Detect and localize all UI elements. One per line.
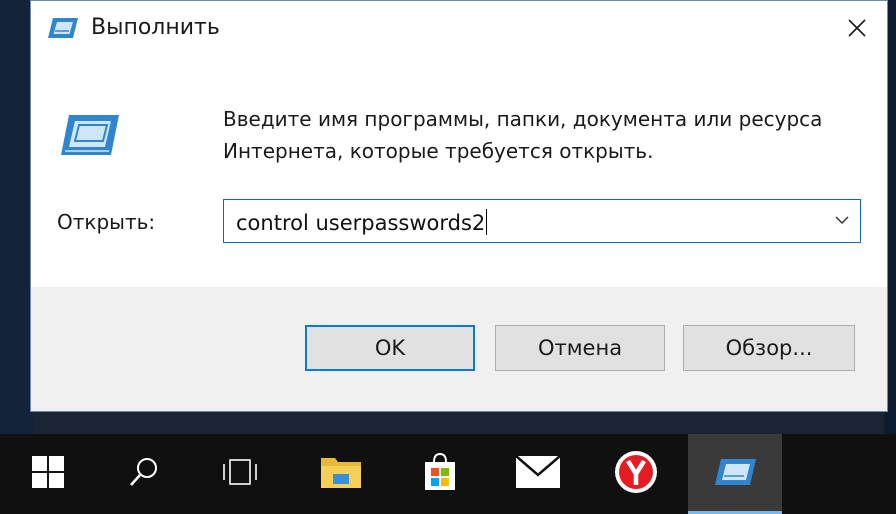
start-icon [32,456,64,492]
command-input[interactable]: control userpasswords2 [236,209,488,235]
dialog-body: Введите имя программы, папки, документа … [31,59,887,287]
task-view-icon [220,457,260,491]
window-title: Выполнить [91,15,220,40]
mail-button[interactable] [502,434,574,514]
search-icon [128,456,160,492]
yandex-browser-button[interactable] [600,434,672,514]
search-button[interactable] [108,434,180,514]
file-explorer-icon [320,454,362,494]
command-combobox[interactable]: control userpasswords2 [223,199,861,243]
start-button[interactable] [12,434,84,514]
mail-icon [515,455,561,493]
run-dialog: Выполнить Введите имя программы, папки, … [30,0,888,412]
file-explorer-button[interactable] [305,434,377,514]
instruction-line-2: Интернета, которые требуется открыть. [223,139,654,163]
run-app-icon [47,15,79,45]
cancel-button[interactable]: Отмена [495,325,665,371]
close-button[interactable] [827,1,887,59]
run-app-icon [713,457,757,491]
ok-button[interactable]: OK [305,325,475,371]
task-view-button[interactable] [204,434,276,514]
store-icon [420,452,460,496]
desktop-background [0,0,34,434]
open-label: Открыть: [57,210,156,234]
store-button[interactable] [404,434,476,514]
title-bar[interactable]: Выполнить [31,1,887,59]
text-caret [486,209,488,235]
instruction-line-1: Введите имя программы, папки, документа … [223,107,823,131]
taskbar [0,434,896,514]
instruction-text: Введите имя программы, папки, документа … [223,103,863,167]
run-app-taskbar-button[interactable] [688,434,782,514]
chevron-down-icon[interactable] [834,212,850,232]
browse-button[interactable]: Обзор... [683,325,855,371]
command-input-value: control userpasswords2 [236,211,486,235]
run-large-icon [57,111,121,163]
yandex-browser-icon [614,450,658,498]
close-icon [847,18,867,42]
